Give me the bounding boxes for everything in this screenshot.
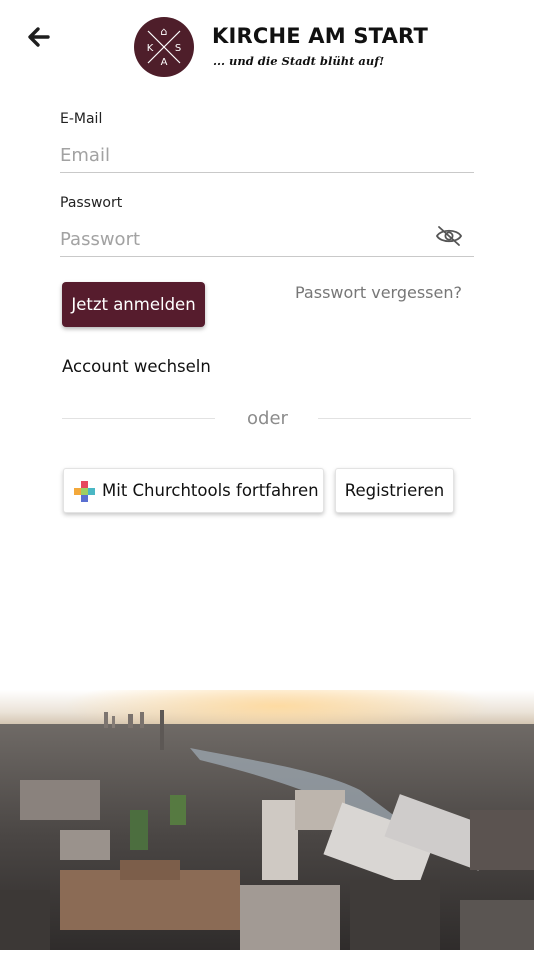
arrow-left-icon — [28, 27, 50, 47]
divider-left — [62, 418, 215, 419]
city-skyline-photo — [0, 690, 534, 950]
brand-title: KIRCHE AM START — [212, 24, 428, 48]
back-button[interactable] — [24, 22, 54, 52]
kirche-am-start-logo: ⌂ K S A — [134, 17, 194, 77]
forgot-password-link[interactable]: Passwort vergessen? — [295, 283, 462, 302]
eye-off-icon — [435, 226, 463, 246]
logo-letter-right: S — [175, 43, 181, 54]
logo-letter-bottom: A — [161, 57, 168, 68]
toggle-password-visibility-button[interactable] — [435, 225, 463, 247]
logo-letter-left: K — [147, 43, 154, 54]
email-label: E-Mail — [60, 111, 103, 127]
divider-text: oder — [247, 408, 288, 429]
churchtools-logo-icon — [74, 481, 95, 502]
churchtools-login-button[interactable]: Mit Churchtools fortfahren — [63, 468, 324, 513]
register-button[interactable]: Registrieren — [335, 468, 454, 513]
email-field[interactable] — [60, 138, 474, 173]
switch-account-link[interactable]: Account wechseln — [62, 357, 211, 376]
logo-letter-top: ⌂ — [161, 25, 168, 38]
login-button[interactable]: Jetzt anmelden — [62, 282, 205, 327]
divider-right — [318, 418, 471, 419]
password-field[interactable] — [60, 222, 474, 257]
churchtools-button-label: Mit Churchtools fortfahren — [102, 481, 319, 500]
password-label: Passwort — [60, 195, 123, 211]
brand-subtitle: ... und die Stadt blüht auf! — [213, 54, 385, 68]
